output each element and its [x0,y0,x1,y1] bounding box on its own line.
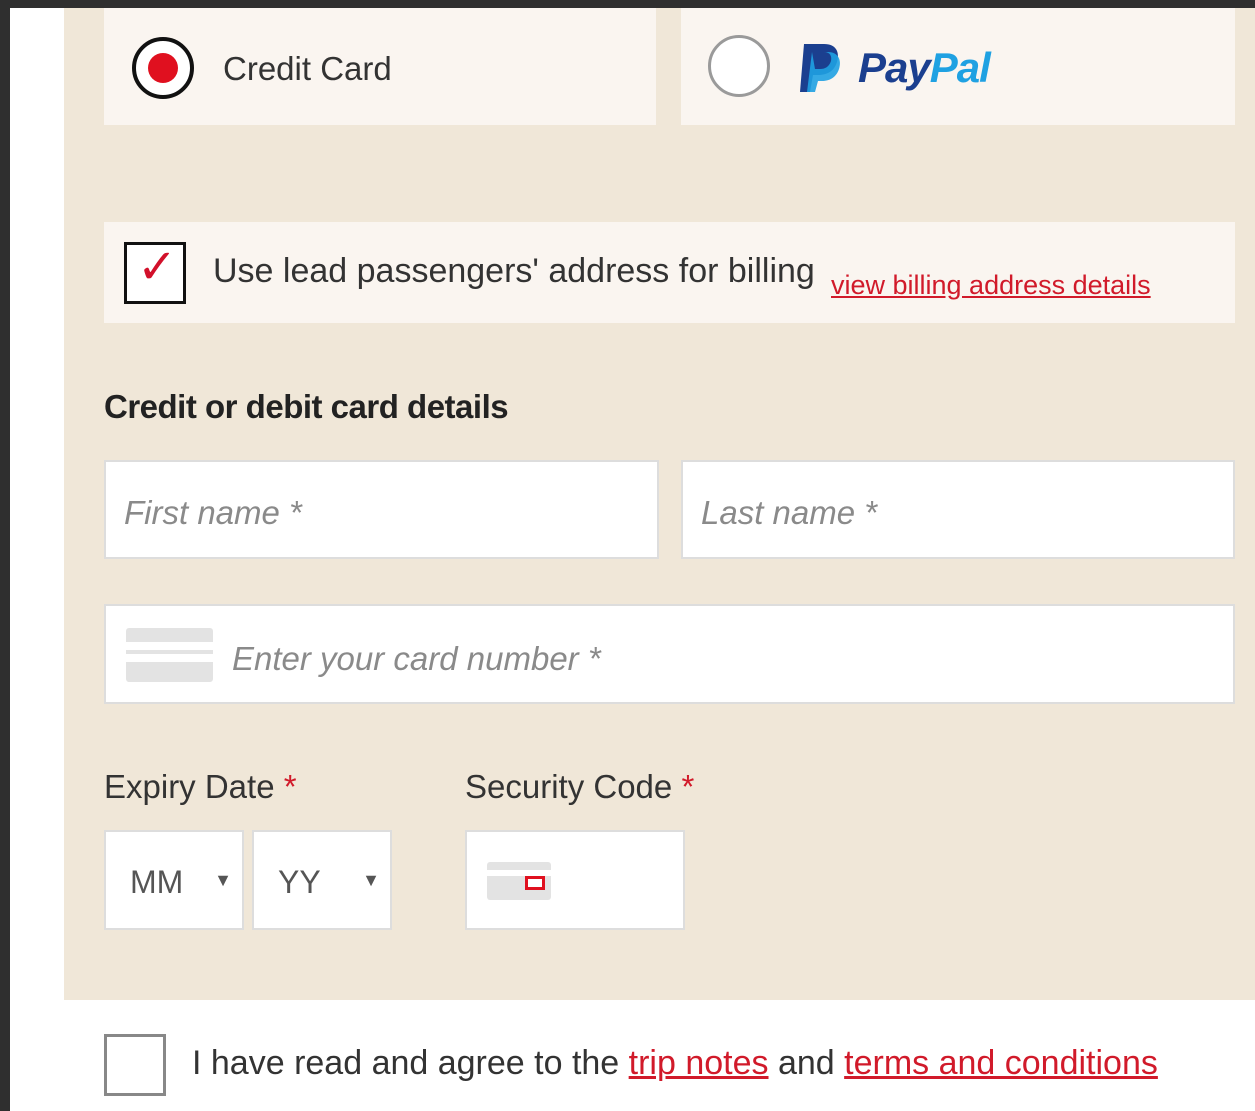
dropdown-arrow-icon: ▼ [214,870,232,890]
card-details-title: Credit or debit card details [104,388,509,425]
required-asterisk: * [681,768,695,805]
expiry-date-label-text: Expiry Date [104,768,275,805]
expiry-month-value: MM [130,864,184,900]
billing-address-row: ✓ Use lead passengers' address for billi… [104,222,1235,323]
dropdown-arrow-icon: ▼ [362,870,380,890]
payment-option-paypal[interactable]: PayPal [681,8,1235,125]
terms-agree-checkbox[interactable] [104,1034,166,1096]
expiry-year-value: YY [278,864,321,900]
view-billing-address-link[interactable]: view billing address details [831,270,1151,301]
expiry-date-label: Expiry Date * [104,768,297,806]
paypal-radio[interactable] [708,35,770,97]
radio-selected-dot [148,53,178,83]
first-name-placeholder: First name * [124,494,302,531]
paypal-icon [800,44,840,92]
terms-text-before: I have read and agree to the [192,1044,629,1082]
credit-card-icon [126,628,213,682]
card-number-placeholder: Enter your card number * [232,640,601,677]
billing-address-checkbox[interactable]: ✓ [124,239,186,304]
paypal-logo: PayPal [858,44,991,92]
security-code-label-text: Security Code [465,768,673,805]
credit-card-label: Credit Card [223,50,392,87]
paypal-logo-pay: Pay [858,44,931,91]
credit-card-radio[interactable] [132,37,194,99]
security-code-label: Security Code * [465,768,694,806]
required-asterisk: * [283,768,297,805]
payment-option-credit-card[interactable]: Credit Card [104,8,656,125]
trip-notes-link[interactable]: trip notes [629,1044,769,1082]
terms-and-conditions-link[interactable]: terms and conditions [844,1044,1158,1082]
expiry-year-select[interactable]: YY ▼ [252,830,392,930]
window-left-border [0,0,10,1111]
checkmark-icon: ✓ [137,239,178,295]
first-name-input[interactable]: First name * [104,460,659,559]
card-number-input[interactable]: Enter your card number * [104,604,1235,704]
terms-agree-text: I have read and agree to the trip notes … [192,1044,1158,1083]
terms-text-middle: and [768,1044,845,1082]
security-code-input[interactable] [465,830,685,930]
last-name-placeholder: Last name * [701,494,878,531]
expiry-month-select[interactable]: MM ▼ [104,830,244,930]
last-name-input[interactable]: Last name * [681,460,1235,559]
billing-address-label: Use lead passengers' address for billing [213,252,815,290]
window-top-bar [0,0,1255,8]
paypal-logo-pal: Pal [929,44,991,91]
cvv-card-icon [487,862,551,900]
